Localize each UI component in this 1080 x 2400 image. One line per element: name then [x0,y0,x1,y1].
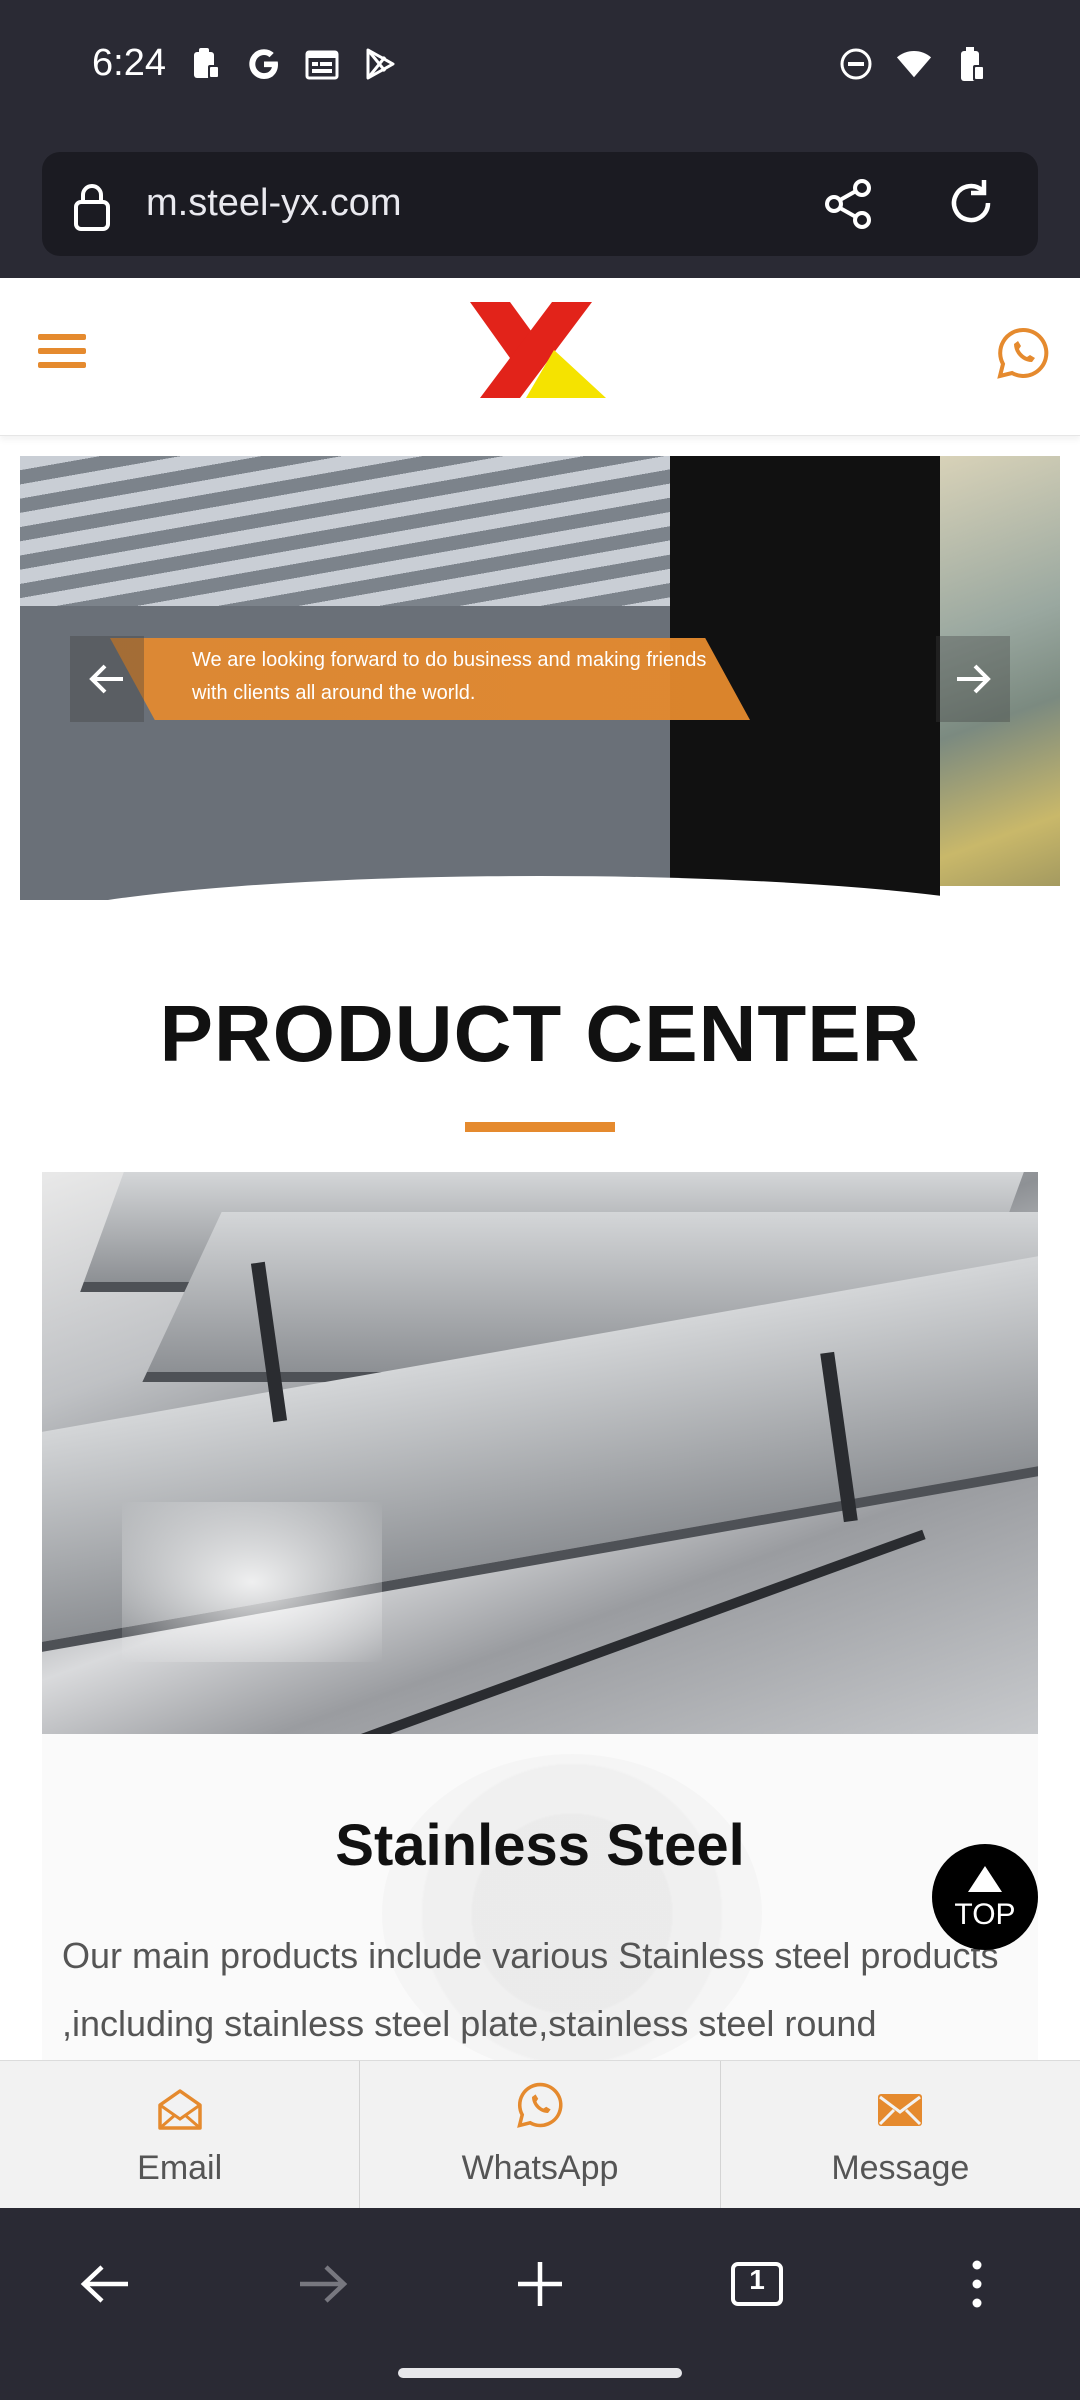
whatsapp-label: WhatsApp [461,2149,619,2187]
play-store-icon [362,46,398,82]
plus-icon [518,2262,562,2306]
product-name[interactable]: Stainless Steel [42,1812,1038,1879]
more-menu-button[interactable] [942,2254,1012,2314]
product-description: Our main products include various Stainl… [62,1935,999,2044]
whatsapp-icon[interactable] [996,326,1050,385]
tab-switcher-button[interactable]: 1 [722,2254,792,2314]
whatsapp-icon [516,2081,564,2134]
clipboard-icon [188,46,224,82]
battery-icon [954,46,990,82]
back-button[interactable] [70,2254,140,2314]
status-time: 6:24 [92,42,166,84]
do-not-disturb-icon [838,46,874,82]
arrow-right-icon [957,664,991,694]
section-title: PRODUCT CENTER [159,989,921,1078]
arrow-left-icon [89,664,123,694]
email-label: Email [137,2149,223,2187]
hamburger-menu-icon[interactable] [38,334,86,374]
reload-icon[interactable] [944,176,998,235]
back-to-top-button[interactable]: TOP [932,1844,1038,1950]
title-underline [465,1122,615,1132]
whatsapp-button[interactable]: WhatsApp [360,2061,721,2208]
envelope-icon [877,2093,923,2132]
back-to-top-label: TOP [954,1898,1016,1931]
site-logo[interactable] [466,298,612,409]
message-label: Message [831,2149,970,2187]
calendar-icon [304,46,340,82]
forward-button[interactable] [288,2254,358,2314]
status-system-icons [838,46,990,82]
new-tab-button[interactable] [505,2254,575,2314]
address-bar[interactable]: m.steel-yx.com [42,152,1038,256]
browser-nav-bar: 1 [0,2208,1080,2400]
arrow-forward-icon [300,2265,348,2303]
slider-next-button[interactable] [936,636,1010,722]
lock-icon[interactable] [72,182,112,237]
status-bar: 6:24 [0,0,1080,140]
email-button[interactable]: Email [0,2061,361,2208]
status-notification-icons [188,46,398,82]
slider-prev-button[interactable] [70,636,144,722]
home-indicator[interactable] [398,2368,682,2378]
site-header [0,278,1080,436]
url-text[interactable]: m.steel-yx.com [146,182,401,225]
google-icon [246,46,282,82]
wifi-icon [896,46,932,82]
hero-slider[interactable]: We are looking forward to do business an… [20,456,1060,900]
product-card[interactable]: Stainless Steel Our main products includ… [42,1734,1038,2064]
arrow-back-icon [80,2265,128,2303]
message-button[interactable]: Message [721,2061,1080,2208]
tab-count: 1 [749,2264,765,2295]
more-vertical-icon [972,2260,982,2308]
share-icon[interactable] [822,178,874,235]
browser-toolbar: m.steel-yx.com [0,140,1080,278]
contact-bar: Email WhatsApp Message [0,2060,1080,2208]
hero-caption: We are looking forward to do business an… [192,649,707,704]
product-image[interactable] [42,1172,1038,1734]
email-open-icon [157,2087,203,2136]
arrow-up-icon [968,1866,1002,1892]
